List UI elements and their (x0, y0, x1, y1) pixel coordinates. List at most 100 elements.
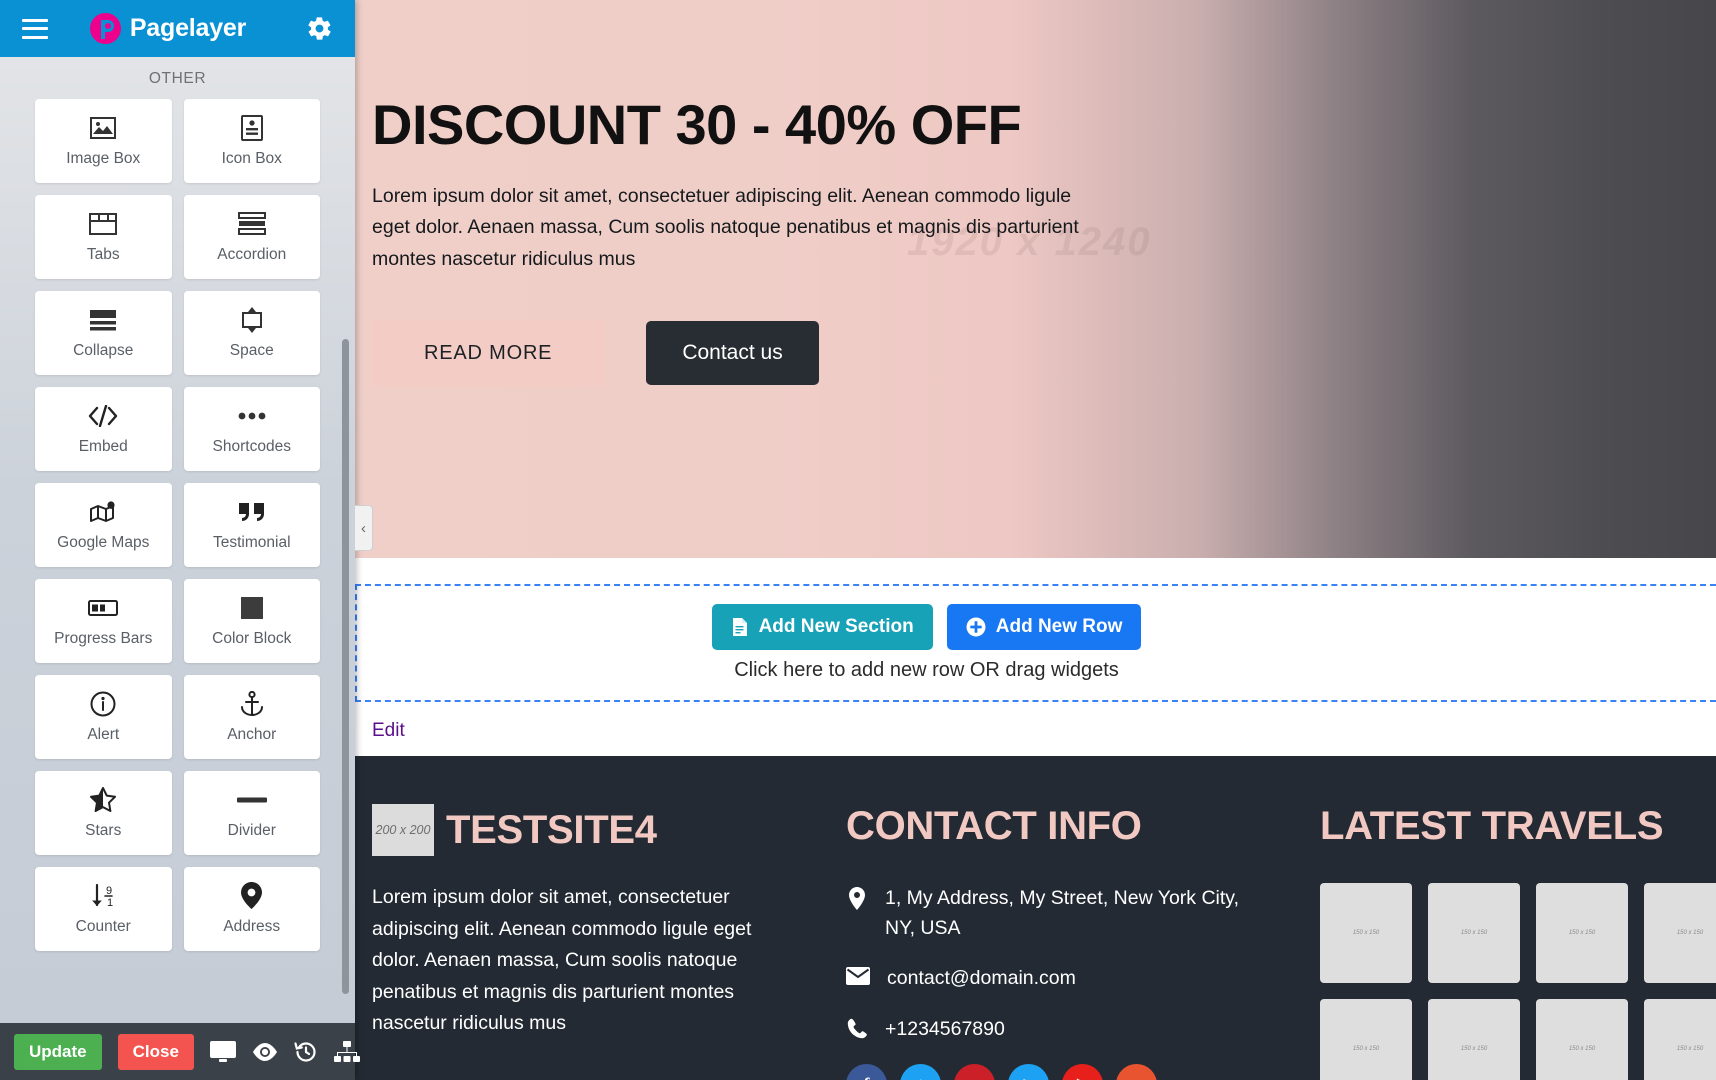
widget-tabs[interactable]: Tabs (35, 195, 172, 279)
contact-address-text: 1, My Address, My Street, New York City,… (885, 887, 1240, 940)
hero-content: DISCOUNT 30 - 40% OFF Lorem ipsum dolor … (355, 0, 1716, 387)
widget-image-box[interactable]: Image Box (35, 99, 172, 183)
info-circle-icon (90, 690, 116, 717)
hero-section[interactable]: 1920 x 1240 DISCOUNT 30 - 40% OFF Lorem … (355, 0, 1716, 558)
widget-grid: Image Box Icon Box Tabs Accordion Collap… (0, 99, 355, 967)
pinterest-icon[interactable]: p (954, 1063, 995, 1080)
hero-description: Lorem ipsum dolor sit amet, consectetuer… (372, 184, 1079, 270)
divider-icon (236, 786, 267, 813)
hero-button-group: READ MORE Contact us (372, 319, 1716, 387)
eye-preview-icon[interactable] (252, 1038, 278, 1066)
widget-alert[interactable]: Alert (35, 675, 172, 759)
gear-icon[interactable] (306, 15, 333, 42)
widget-label: Stars (85, 822, 122, 839)
widget-label: Image Box (66, 150, 141, 167)
widget-color-block[interactable]: Color Block (183, 579, 320, 663)
travel-thumb[interactable]: 150 x 150 (1320, 999, 1412, 1080)
widget-label: Counter (75, 918, 131, 935)
footer-about-text: Lorem ipsum dolor sit amet, consectetuer… (372, 886, 752, 1035)
page-canvas: 1920 x 1240 DISCOUNT 30 - 40% OFF Lorem … (355, 0, 1716, 1080)
envelope-icon (846, 963, 870, 986)
add-new-row-button[interactable]: Add New Row (946, 604, 1142, 650)
pagelayer-logo-icon (89, 13, 121, 44)
travel-thumb[interactable]: 150 x 150 (1536, 883, 1628, 983)
widget-progress-bars[interactable]: Progress Bars (35, 579, 172, 663)
widget-label: Anchor (227, 726, 277, 743)
widget-space[interactable]: Space (183, 291, 320, 375)
widget-counter[interactable]: 9 1 Counter (35, 867, 172, 951)
footer-travels-column: LATEST TRAVELS 150 x 150 150 x 150 150 x… (1320, 804, 1716, 1080)
desktop-preview-icon[interactable] (209, 1038, 236, 1066)
add-new-section-button[interactable]: Add New Section (711, 604, 933, 650)
map-pin-icon (89, 498, 117, 525)
travel-thumb[interactable]: 150 x 150 (1320, 883, 1412, 983)
update-button[interactable]: Update (14, 1033, 102, 1070)
collapse-icon (89, 306, 117, 333)
add-new-row-label: Add New Row (995, 616, 1123, 637)
pagelayer-sidebar: Pagelayer OTHER Image Box Icon Box Tabs … (0, 0, 360, 1080)
sidebar-footer-toolbar: Update Close (0, 1023, 360, 1080)
latest-travels-grid: 150 x 150 150 x 150 150 x 150 150 x 150 … (1320, 883, 1716, 1080)
footer-about-column: 200 x 200 TESTSITE4 Lorem ipsum dolor si… (372, 804, 790, 1080)
read-more-button[interactable]: READ MORE (372, 319, 605, 387)
contact-info-title: CONTACT INFO (846, 804, 1142, 848)
contact-email-row[interactable]: contact@domain.com (846, 963, 1264, 993)
widget-label: Progress Bars (54, 630, 153, 647)
widget-collapse[interactable]: Collapse (35, 291, 172, 375)
travel-thumb[interactable]: 150 x 150 (1536, 999, 1628, 1080)
ellipsis-icon (238, 402, 266, 429)
add-row-hint: Click here to add new row OR drag widget… (734, 659, 1119, 681)
facebook-icon[interactable]: f (846, 1063, 887, 1080)
widget-divider[interactable]: Divider (183, 771, 320, 855)
counter-arrow-icon: 9 1 (89, 882, 117, 909)
widget-label: Color Block (212, 630, 292, 647)
pagelayer-editor: 1920 x 1240 DISCOUNT 30 - 40% OFF Lorem … (0, 0, 1716, 1080)
widget-label: Tabs (86, 246, 120, 263)
youtube-icon[interactable]: ▶ (1062, 1063, 1103, 1080)
site-footer-section[interactable]: 200 x 200 TESTSITE4 Lorem ipsum dolor si… (355, 756, 1716, 1080)
square-icon (240, 594, 263, 621)
location-pin-icon (846, 883, 868, 910)
widget-shortcodes[interactable]: Shortcodes (183, 387, 320, 471)
travel-thumb[interactable]: 150 x 150 (1428, 999, 1520, 1080)
widget-label: Space (229, 342, 274, 359)
footer-brand-row: 200 x 200 TESTSITE4 (372, 804, 790, 856)
telegram-icon[interactable]: ➤ (1008, 1063, 1049, 1080)
brand: Pagelayer (89, 13, 246, 44)
widget-label: Google Maps (57, 534, 150, 551)
anchor-icon (240, 690, 264, 717)
edit-link[interactable]: Edit (372, 720, 405, 742)
sitemap-icon[interactable] (333, 1038, 360, 1066)
widget-testimonial[interactable]: Testimonial (183, 483, 320, 567)
contact-phone-row[interactable]: +1234567890 (846, 1014, 1264, 1044)
widget-anchor[interactable]: Anchor (183, 675, 320, 759)
widget-icon-box[interactable]: Icon Box (183, 99, 320, 183)
widget-embed[interactable]: Embed (35, 387, 172, 471)
travel-thumb[interactable]: 150 x 150 (1644, 883, 1716, 983)
widget-category-label: OTHER (148, 70, 207, 87)
revision-history-icon[interactable] (294, 1038, 318, 1066)
sidebar-scrollbar[interactable] (342, 339, 349, 994)
sidebar-header: Pagelayer (0, 0, 355, 57)
travel-thumb[interactable]: 150 x 150 (1644, 999, 1716, 1080)
sidebar-collapse-handle[interactable]: ‹ (355, 505, 373, 551)
widget-stars[interactable]: Stars (35, 771, 172, 855)
widget-panel[interactable]: OTHER Image Box Icon Box Tabs Accordion … (0, 57, 355, 1023)
rss-icon[interactable]: ● (1116, 1063, 1157, 1080)
widget-accordion[interactable]: Accordion (183, 195, 320, 279)
close-button[interactable]: Close (117, 1033, 194, 1070)
tabs-icon (89, 210, 118, 237)
travel-thumb[interactable]: 150 x 150 (1428, 883, 1520, 983)
contact-email-text[interactable]: contact@domain.com (887, 963, 1076, 993)
contact-phone-text[interactable]: +1234567890 (885, 1014, 1005, 1044)
contact-us-button[interactable]: Contact us (646, 321, 819, 386)
widget-address[interactable]: Address (183, 867, 320, 951)
twitter-icon[interactable]: t (900, 1063, 941, 1080)
widget-google-maps[interactable]: Google Maps (35, 483, 172, 567)
star-half-icon (90, 786, 117, 813)
widget-label: Collapse (73, 342, 134, 359)
quote-icon (237, 498, 267, 525)
document-icon (731, 617, 749, 637)
hamburger-icon[interactable] (22, 18, 48, 39)
add-row-dropzone[interactable]: Add New Section Add New Row Click here t… (355, 584, 1716, 702)
